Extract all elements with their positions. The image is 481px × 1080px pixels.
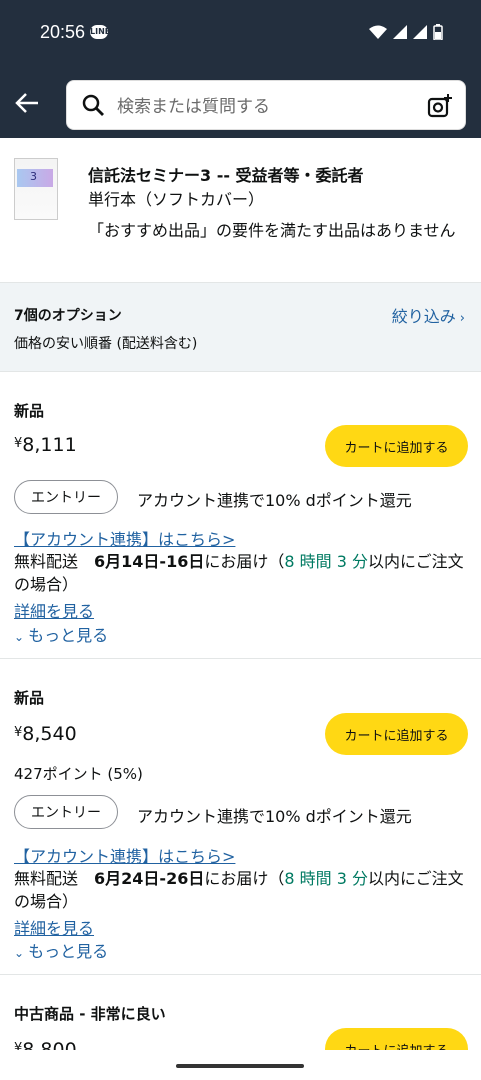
app-header — [0, 70, 481, 138]
back-arrow-icon[interactable] — [10, 86, 44, 120]
price-value: 8,540 — [22, 723, 77, 745]
promo-text: アカウント連携で10% dポイント還元 — [137, 491, 412, 510]
options-bar: 7個のオプション 価格の安い順番 (配送料含む) 絞り込み › — [0, 282, 481, 372]
product-thumbnail[interactable]: 3 — [14, 158, 58, 220]
signal-icon — [393, 25, 407, 39]
entry-button[interactable]: エントリー — [14, 795, 118, 829]
offer-card: 新品 ¥8,540 カートに追加する 427ポイント (5%) エントリー アカ… — [0, 659, 481, 974]
offer-price: ¥8,540 — [14, 723, 77, 745]
delivery-dates: 6月24日-26日 — [94, 869, 205, 888]
chevron-down-icon: ⌄ — [14, 630, 25, 644]
promo-text: アカウント連携で10% dポイント還元 — [137, 807, 412, 826]
offer-price: ¥8,800 — [14, 1039, 77, 1050]
search-bar[interactable] — [66, 80, 466, 130]
chevron-down-icon: ⌄ — [14, 946, 25, 960]
signal-icon-2 — [413, 25, 427, 39]
status-icons — [369, 24, 443, 40]
product-summary: 3 信託法セミナー3 -- 受益者等・委託者 単行本（ソフトカバー） 「おすすめ… — [0, 138, 481, 282]
currency-symbol: ¥ — [14, 1041, 23, 1050]
navigation-bar — [0, 1050, 481, 1080]
delivery-info: 無料配送 6月24日-26日にお届け（8 時間 3 分以内にご注文の場合） — [14, 869, 464, 911]
account-link[interactable]: 【アカウント連携】はこちら> — [14, 843, 235, 867]
countdown: 8 時間 3 分 — [284, 552, 368, 571]
entry-button[interactable]: エントリー — [14, 480, 118, 514]
offer-condition: 新品 — [14, 689, 45, 707]
add-to-cart-button[interactable]: カートに追加する — [325, 713, 468, 755]
status-bar: 20:56 LINE — [0, 0, 481, 70]
product-title: 信託法セミナー3 -- 受益者等・委託者 — [88, 166, 364, 185]
recommendation-message: 「おすすめ出品」の要件を満たす出品はありません — [88, 221, 456, 240]
line-app-icon: LINE — [90, 25, 110, 39]
filter-label: 絞り込み — [391, 307, 456, 326]
sort-order: 価格の安い順番 (配送料含む) — [14, 336, 198, 352]
wifi-icon — [369, 25, 387, 39]
offer-card: 新品 ¥8,111 カートに追加する エントリー アカウント連携で10% dポイ… — [0, 372, 481, 658]
countdown: 8 時間 3 分 — [284, 869, 368, 888]
filter-link[interactable]: 絞り込み › — [392, 303, 465, 327]
chevron-right-icon: › — [459, 311, 465, 326]
points-text: 427ポイント (5%) — [14, 765, 143, 783]
offer-price: ¥8,111 — [14, 434, 77, 456]
delivery-dates: 6月14日-16日 — [94, 552, 205, 571]
details-link[interactable]: 詳細を見る — [14, 598, 94, 622]
currency-symbol: ¥ — [14, 436, 23, 451]
show-more-link[interactable]: ⌄ もっと見る — [14, 938, 108, 962]
price-value: 8,800 — [22, 1039, 77, 1050]
offer-card: 中古商品 - 非常に良い ¥8,800 カートに追加する — [0, 975, 481, 1050]
home-gesture-handle[interactable] — [176, 1064, 304, 1068]
price-value: 8,111 — [22, 434, 77, 456]
currency-symbol: ¥ — [14, 725, 23, 740]
search-icon — [82, 94, 104, 116]
add-to-cart-button[interactable]: カートに追加する — [325, 1028, 468, 1050]
account-link[interactable]: 【アカウント連携】はこちら> — [14, 526, 235, 550]
product-format: 単行本（ソフトカバー） — [88, 190, 265, 209]
search-input[interactable] — [115, 91, 419, 123]
delivery-info: 無料配送 6月14日-16日にお届け（8 時間 3 分以内にご注文の場合） — [14, 552, 464, 594]
details-link[interactable]: 詳細を見る — [14, 915, 94, 939]
battery-icon — [433, 24, 443, 40]
options-count: 7個のオプション — [14, 308, 122, 324]
offer-condition: 新品 — [14, 402, 45, 420]
offer-condition: 中古商品 - 非常に良い — [14, 1005, 166, 1023]
add-to-cart-button[interactable]: カートに追加する — [325, 425, 468, 467]
camera-search-icon[interactable] — [427, 93, 453, 119]
thumbnail-number: 3 — [30, 170, 37, 183]
status-time: 20:56 — [40, 22, 86, 42]
show-more-link[interactable]: ⌄ もっと見る — [14, 622, 108, 646]
